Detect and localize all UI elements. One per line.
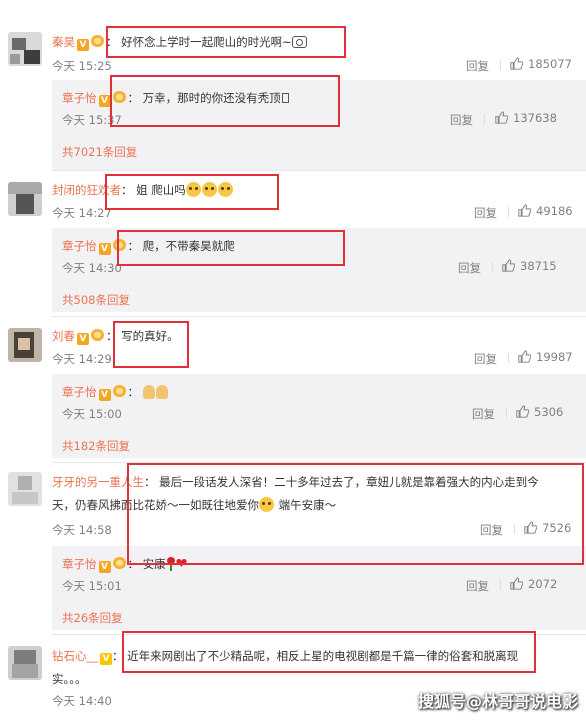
reply-time: 今天 14:30 [62,261,122,275]
like-count: 38715 [520,259,557,273]
pray-emoji-icon [155,385,168,399]
comment-line: 实。。。 [52,671,87,687]
reply-button[interactable]: 回复 [466,578,489,594]
comment-3: 刘春 V： 写的真好。 今天 14:29 回复 19987 章子怡 V： 今天 15… [0,318,586,458]
like-button[interactable]: 19987 [518,350,573,364]
reply-button[interactable]: 回复 [474,351,497,367]
more-replies-link[interactable]: 共7021条回复 [62,144,137,160]
username-link[interactable]: 章子怡 [62,91,97,105]
verified-v-icon: V [98,243,111,255]
like-count: 19987 [536,350,573,364]
like-count: 185077 [528,57,572,71]
reply-time: 今天 15:00 [62,407,122,421]
like-count: 2072 [528,577,558,591]
comment-time: 今天 14:40 [52,694,112,708]
like-thumb-icon [495,111,509,124]
reply-button[interactable]: 回复 [466,58,489,74]
level-badge-icon [112,385,126,397]
pray-emoji-icon [142,385,155,399]
separator [500,60,501,70]
reply-box: 章子怡 V： 今天 15:00 回复 5306 共182条回复 [52,374,586,458]
comment-time: 今天 15:25 [52,59,112,73]
like-button[interactable]: 38715 [502,259,557,273]
avatar[interactable] [8,646,42,680]
comment-time: 今天 14:29 [52,352,112,366]
divider [52,170,586,171]
separator [492,262,493,272]
highlight-box [122,631,536,673]
username-link[interactable]: 章子怡 [62,557,97,571]
reply-button[interactable]: 回复 [450,112,473,128]
avatar[interactable] [8,182,42,216]
like-button[interactable]: 49186 [518,204,573,218]
verified-v-icon: V [100,653,112,665]
comment-time: 今天 14:58 [52,523,112,537]
comment-time: 今天 14:27 [52,206,112,220]
username-link[interactable]: 章子怡 [62,385,97,399]
like-button[interactable]: 185077 [510,57,572,71]
username-link[interactable]: 刘春 [52,329,75,343]
like-button[interactable]: 5306 [516,405,563,419]
username-link[interactable]: 钻石心__ [52,649,98,663]
highlight-box [106,26,346,58]
comment-text: 实。。。 [52,672,87,686]
highlight-box [127,463,584,565]
separator [484,114,485,124]
like-button[interactable]: 137638 [495,111,557,125]
avatar[interactable] [8,328,42,362]
like-thumb-icon [518,204,532,217]
like-count: 137638 [513,111,557,125]
like-thumb-icon [510,577,524,590]
reply-button[interactable]: 回复 [472,406,495,422]
watermark-text: 搜狐号@林哥哥说电影 [418,692,579,711]
more-replies-link[interactable]: 共508条回复 [62,292,130,308]
username-link[interactable]: 秦昊 [52,35,75,49]
reply-button[interactable]: 回复 [458,260,481,276]
more-replies-link[interactable]: 共182条回复 [62,438,130,454]
like-thumb-icon [502,259,516,272]
separator [508,353,509,363]
like-thumb-icon [516,405,530,418]
reply-line: 章子怡 V： [62,384,169,401]
separator [506,408,507,418]
divider [52,316,586,317]
verified-v-icon: V [77,39,89,51]
verified-v-icon: V [77,333,89,345]
verified-v-icon: V [98,95,111,107]
level-badge-icon [91,329,104,341]
highlight-box [117,230,345,266]
like-count: 5306 [534,405,564,419]
highlight-box [110,75,340,127]
reply-button[interactable]: 回复 [474,205,497,221]
like-count: 49186 [536,204,573,218]
like-thumb-icon [510,57,524,70]
separator [500,580,501,590]
separator [508,207,509,217]
username-link[interactable]: 章子怡 [62,239,97,253]
like-thumb-icon [518,350,532,363]
level-badge-icon [112,557,126,569]
reply-time: 今天 15:01 [62,579,122,593]
avatar[interactable] [8,32,42,66]
level-badge-icon [91,35,104,47]
verified-v-icon: V [98,389,111,401]
like-button[interactable]: 2072 [510,577,557,591]
more-replies-link[interactable]: 共26条回复 [62,610,123,626]
verified-v-icon: V [98,561,111,573]
avatar[interactable] [8,472,42,506]
highlight-box [113,321,189,368]
highlight-box [105,174,279,210]
